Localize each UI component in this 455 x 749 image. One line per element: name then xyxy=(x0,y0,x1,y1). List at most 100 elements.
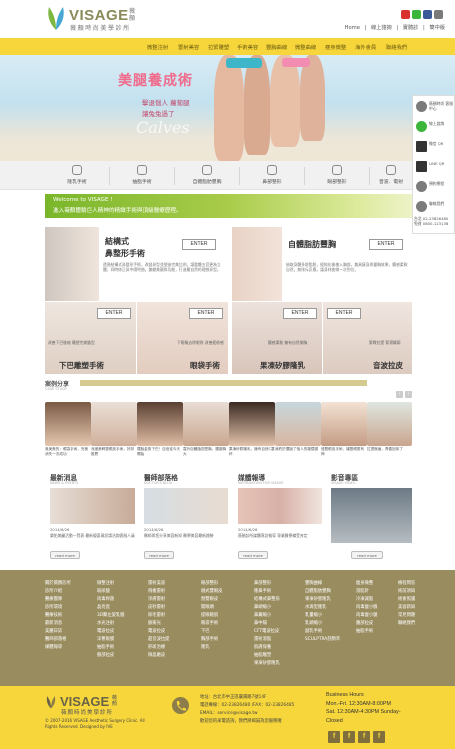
nav-item-surgery[interactable]: 手術美容 xyxy=(237,43,258,51)
footer-link[interactable]: 抽脂手術 xyxy=(97,644,125,652)
footer-link[interactable]: 開眼頭 xyxy=(201,604,222,612)
footer-link[interactable]: 洋蔥眼膜 xyxy=(97,636,125,644)
case-photo[interactable] xyxy=(367,402,412,446)
case-caption[interactable]: 拉提無痕，青春回來了 xyxy=(367,447,413,452)
footer-link[interactable]: 鼻頭縮小 xyxy=(254,604,280,612)
case-caption[interactable]: 擺脫金魚下巴！自信從今天開始 xyxy=(137,447,183,457)
case-caption[interactable]: 我終於擺脫了惱人的蘿蔔腿 xyxy=(275,447,321,452)
logo-text[interactable]: VISAGE xyxy=(69,7,129,24)
category-eye[interactable]: 眼部整形 xyxy=(305,161,369,190)
footer-link[interactable]: 抽脂手術 xyxy=(356,628,377,636)
sidebar-item-line-qr[interactable]: LINE QR xyxy=(413,158,455,176)
footer-link[interactable]: 微晶磨皮 xyxy=(148,652,169,660)
footer-link[interactable]: 診所介紹 xyxy=(45,588,71,596)
footer-link[interactable]: 3D聚左旋乳酸 xyxy=(97,612,125,620)
mail-icon[interactable] xyxy=(434,10,443,19)
case-caption[interactable]: 吳美美的：眼袋手術，完美消失一次成功 xyxy=(45,447,91,457)
footer-link[interactable]: 鼻翼縮小 xyxy=(254,612,280,620)
nav-item-slimming[interactable]: 瘦身微整 xyxy=(325,43,346,51)
enter-button[interactable]: ENTER xyxy=(327,308,361,319)
case-photo[interactable] xyxy=(229,402,275,446)
sidebar-item-consult[interactable]: 線上諮詢 xyxy=(413,118,455,136)
footer-link[interactable]: 最新消息 xyxy=(45,620,71,628)
footer-link[interactable]: 醫療技術 xyxy=(45,612,71,620)
footer-link[interactable]: 診所環境 xyxy=(45,604,71,612)
footer-column-heading[interactable]: 瘦身微整 xyxy=(356,580,377,588)
enter-button[interactable]: ENTER xyxy=(369,239,403,250)
footer-link[interactable]: 除毛雷射 xyxy=(148,612,169,620)
enter-button[interactable]: ENTER xyxy=(182,239,216,250)
footer-link[interactable]: 肉毒桿菌 xyxy=(97,596,125,604)
facebook-icon[interactable]: f xyxy=(373,731,385,743)
footer-column-heading[interactable]: 鼻部整形 xyxy=(254,580,280,588)
footer-link[interactable]: 醫師部落格 xyxy=(45,636,71,644)
service-eye[interactable]: ENTER 下眼瞼去除眼袋 改善疲倦感 眼袋手術 xyxy=(137,302,228,374)
news-image[interactable] xyxy=(50,488,135,524)
nav-item-lifting[interactable]: 拉緊雕塑 xyxy=(208,43,229,51)
footer-link[interactable]: 肉毒瘦小臉 xyxy=(356,604,377,612)
footer-link[interactable]: 冷凍減脂 xyxy=(356,596,377,604)
case-caption[interactable]: 果凍矽膠隆乳，擁有自然C罩杯 xyxy=(229,447,275,457)
footer-link[interactable]: SCULPTRA舒顏萃 xyxy=(305,636,340,644)
cases-next-button[interactable]: › xyxy=(405,391,412,398)
case-photo[interactable] xyxy=(45,402,91,446)
footer-link[interactable]: 副乳手術 xyxy=(305,628,340,636)
footer-link[interactable]: 肉毒瘦小腿 xyxy=(356,612,377,620)
video-thumbnail[interactable] xyxy=(331,488,412,543)
footer-link[interactable]: 自體脂肪豐胸 xyxy=(305,588,340,596)
footer-link[interactable]: 果凍矽膠隆乳 xyxy=(254,660,280,668)
footer-link[interactable]: 溶脂針 xyxy=(356,588,377,596)
footer-column-heading[interactable]: 豐胸曲線 xyxy=(305,580,340,588)
enter-button[interactable]: ENTER xyxy=(283,308,317,319)
footer-link[interactable]: 聯絡我們 xyxy=(398,620,415,628)
footer-link[interactable]: 果凍矽膠隆乳 xyxy=(305,596,340,604)
facebook-icon[interactable]: f xyxy=(328,731,340,743)
footer-link[interactable]: 隆乳 xyxy=(201,644,222,652)
footer-link[interactable]: 美容新知 xyxy=(398,604,415,612)
case-caption[interactable]: 縫雙眼皮手術，讓雙眼更有神 xyxy=(321,447,367,457)
top-link-consult[interactable]: 線上諮詢 xyxy=(371,25,392,31)
line-icon[interactable] xyxy=(412,10,421,19)
footer-link[interactable]: 乳頭縮小 xyxy=(305,620,340,628)
media-image[interactable] xyxy=(238,488,322,524)
facebook-icon[interactable] xyxy=(423,10,432,19)
news-readmore-button[interactable]: read more xyxy=(50,551,80,559)
footer-column-heading[interactable]: 微整注射 xyxy=(97,580,125,588)
footer-link[interactable]: 術後照護 xyxy=(398,596,415,604)
category-liposuction[interactable]: 抽脂手術 xyxy=(110,161,174,190)
enter-button[interactable]: ENTER xyxy=(97,308,131,319)
footer-link[interactable]: 術前須知 xyxy=(398,588,415,596)
footer-logo-text[interactable]: VISAGE xyxy=(60,694,109,709)
footer-email[interactable]: EMAIL：service@visage.tw xyxy=(200,710,294,718)
hero-banner[interactable]: 美腿養成術 擊退惱人 蘿蔔腿 讓兔兔過了 Calves xyxy=(0,55,455,161)
footer-link[interactable]: 下巴 xyxy=(201,628,222,636)
nav-item-contact[interactable]: 聯絡我們 xyxy=(386,43,407,51)
service-fat-graft[interactable]: 自體脂肪豐胸 ENTER 抽取身體多餘脂肪，經純化後植入胸部，兼具瘦身與豐胸效果… xyxy=(232,227,412,301)
logo-leaf-icon[interactable] xyxy=(45,5,67,31)
footer-link[interactable]: 抽脂雕塑 xyxy=(254,652,280,660)
footer-link[interactable]: 隆鼻手術 xyxy=(254,588,280,596)
footer-link[interactable]: 水滴型隆乳 xyxy=(305,604,340,612)
footer-link[interactable]: 眼袋手術 xyxy=(201,620,222,628)
category-breast-augmentation[interactable]: 隆乳手術 xyxy=(45,161,109,190)
youtube-icon[interactable] xyxy=(401,10,410,19)
case-photo[interactable] xyxy=(183,402,229,446)
footer-link[interactable]: 媒體報導 xyxy=(45,644,71,652)
case-photo[interactable] xyxy=(275,402,321,446)
footer-link[interactable]: 提眼瞼肌 xyxy=(201,612,222,620)
footer-link[interactable]: 縫式雙眼皮 xyxy=(201,588,222,596)
top-link-clinic[interactable]: 實體診 xyxy=(403,25,419,31)
category-fat-graft[interactable]: 自體脂肪豐胸 xyxy=(175,161,239,190)
service-chin[interactable]: ENTER 改善下巴後縮 雕塑完美臉型 下巴雕塑手術 xyxy=(45,302,136,374)
case-caption[interactable]: 嘉玲自體脂肪豐胸，腰瘦胸大 xyxy=(183,447,229,457)
footer-link[interactable]: 結構式鼻整形 xyxy=(254,596,280,604)
service-ultrasound-lift[interactable]: ENTER 緊緻拉提 緊實輪廓 音波拉皮 xyxy=(323,302,412,374)
footer-link[interactable]: 皮秒雷射 xyxy=(148,604,169,612)
blog-readmore-button[interactable]: read more xyxy=(144,551,174,559)
top-link-home[interactable]: Home xyxy=(345,25,360,31)
footer-link[interactable]: 肌膚保養 xyxy=(254,644,280,652)
footer-link[interactable]: 脈衝光 xyxy=(148,620,169,628)
footer-link[interactable]: 淨膚雷射 xyxy=(148,596,169,604)
sidebar-item-booking[interactable]: 預約療程 xyxy=(413,178,455,196)
footer-link[interactable]: 割雙眼皮 xyxy=(201,596,222,604)
